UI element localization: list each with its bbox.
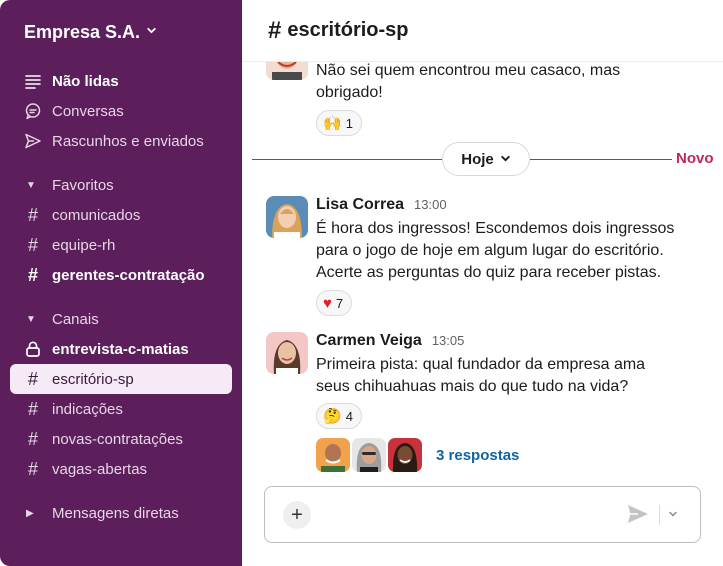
date-label: Hoje [461, 150, 494, 168]
channel-label: comunicados [52, 206, 141, 224]
sidebar-item-unread[interactable]: Não lidas [0, 66, 242, 96]
message-feed: Não sei quem encontrou meu casaco, mas o… [242, 62, 723, 482]
unread-lines-icon [24, 72, 42, 90]
new-messages-label: Novo [676, 150, 714, 167]
plus-icon: + [291, 503, 303, 526]
add-attachment-button[interactable]: + [283, 501, 311, 529]
channel-label: escritório-sp [52, 370, 134, 388]
threads-bubble-icon [24, 102, 42, 120]
hash-icon: # [27, 204, 38, 225]
thread-replies[interactable]: 3 respostas [316, 438, 519, 472]
sidebar-item-novas-contratacoes[interactable]: # novas-contratações [0, 424, 242, 454]
chevron-down-icon [669, 511, 677, 517]
avatar[interactable] [266, 196, 308, 238]
sidebar-nav: Não lidas Conversas Rascunhos e enviados… [0, 66, 242, 528]
message-input[interactable] [325, 497, 615, 533]
reaction-heart[interactable]: ♥ 7 [316, 290, 353, 316]
date-jump-button[interactable]: Hoje [442, 142, 530, 176]
hash-icon: # [27, 264, 38, 285]
channel-label: vagas-abertas [52, 460, 148, 478]
lock-icon [24, 340, 42, 358]
avatar [316, 438, 350, 472]
section-channels[interactable]: ▼ Canais [0, 304, 242, 334]
caret-down-icon: ▼ [26, 313, 36, 325]
sidebar-item-vagas-abertas[interactable]: # vagas-abertas [0, 454, 242, 484]
replies-link[interactable]: 3 respostas [436, 447, 519, 464]
workspace-switcher[interactable]: Empresa S.A. [24, 22, 157, 43]
message-text: Primeira pista: qual fundador da empresa… [316, 356, 646, 395]
section-label: Canais [52, 310, 99, 328]
channel-title: escritório-sp [287, 19, 409, 41]
hash-icon: # [268, 16, 282, 44]
send-button[interactable] [627, 504, 651, 526]
sidebar-item-label: Conversas [52, 102, 124, 120]
channel-view: # escritório-sp Não sei quem encontrou m… [242, 0, 723, 566]
sidebar-item-equipe-rh[interactable]: # equipe-rh [0, 230, 242, 260]
channel-label: indicações [52, 400, 123, 418]
send-options-button[interactable] [665, 503, 681, 525]
sidebar-item-escritorio-sp[interactable]: # escritório-sp [10, 364, 232, 394]
message-header: Lisa Correa 13:00 [316, 196, 447, 214]
hash-icon: # [27, 234, 38, 255]
author-name[interactable]: Carmen Veiga [316, 332, 422, 350]
new-divider-line-left [252, 159, 442, 160]
raised-hands-emoji-icon: 🙌 [323, 114, 342, 132]
author-name[interactable]: Lisa Correa [316, 196, 404, 214]
section-label: Favoritos [52, 176, 114, 194]
message-text: É hora dos ingressos! Escondemos dois in… [316, 220, 675, 281]
sidebar-item-indicacoes[interactable]: # indicações [0, 394, 242, 424]
new-divider-line-right [530, 159, 672, 160]
hash-icon: # [27, 368, 38, 389]
hash-icon: # [27, 458, 38, 479]
sidebar-item-gerentes-contratacao[interactable]: # gerentes-contratação [0, 260, 242, 290]
sidebar-item-threads[interactable]: Conversas [0, 96, 242, 126]
chevron-down-icon [500, 151, 511, 168]
send-paper-plane-icon [24, 132, 42, 150]
reaction-raised-hands[interactable]: 🙌 1 [316, 110, 362, 136]
channel-label: entrevista-c-matias [52, 340, 189, 358]
channel-header[interactable]: # escritório-sp [242, 0, 723, 62]
reaction-count: 1 [345, 115, 353, 131]
channel-label: equipe-rh [52, 236, 116, 254]
hash-icon: # [27, 428, 38, 449]
avatar[interactable] [266, 332, 308, 374]
sidebar-item-label: Não lidas [52, 72, 119, 90]
message-header: Carmen Veiga 13:05 [316, 332, 464, 350]
reaction-count: 4 [345, 408, 353, 424]
chevron-down-icon [146, 25, 157, 39]
channel-label: novas-contratações [52, 430, 183, 448]
channel-label: gerentes-contratação [52, 266, 205, 284]
section-favorites[interactable]: ▼ Favoritos [0, 170, 242, 200]
thinking-face-emoji-icon: 🤔 [323, 407, 342, 425]
caret-down-icon: ▼ [26, 179, 36, 191]
send-icon [628, 505, 648, 523]
sidebar: Empresa S.A. Não lidas Conversas Rascunh… [0, 0, 242, 566]
section-label: Mensagens diretas [52, 504, 179, 522]
hash-icon: # [27, 398, 38, 419]
avatar [352, 438, 386, 472]
heart-emoji-icon: ♥ [323, 294, 332, 312]
reaction-thinking[interactable]: 🤔 4 [316, 403, 362, 429]
workspace-name: Empresa S.A. [24, 22, 141, 42]
timestamp[interactable]: 13:00 [414, 197, 447, 212]
divider [659, 505, 660, 525]
section-direct-messages[interactable]: ▶ Mensagens diretas [0, 498, 242, 528]
avatar [388, 438, 422, 472]
message-text: Não sei quem encontrou meu casaco, mas o… [316, 62, 621, 101]
timestamp[interactable]: 13:05 [432, 333, 465, 348]
app-window: Empresa S.A. Não lidas Conversas Rascunh… [0, 0, 723, 566]
reaction-count: 7 [335, 295, 344, 311]
caret-right-icon: ▶ [26, 507, 34, 519]
sidebar-item-entrevista-c-matias[interactable]: entrevista-c-matias [0, 334, 242, 364]
message-composer: + [264, 486, 701, 543]
avatar[interactable] [266, 62, 308, 80]
sidebar-item-drafts[interactable]: Rascunhos e enviados [0, 126, 242, 156]
sidebar-item-label: Rascunhos e enviados [52, 132, 204, 150]
sidebar-item-comunicados[interactable]: # comunicados [0, 200, 242, 230]
